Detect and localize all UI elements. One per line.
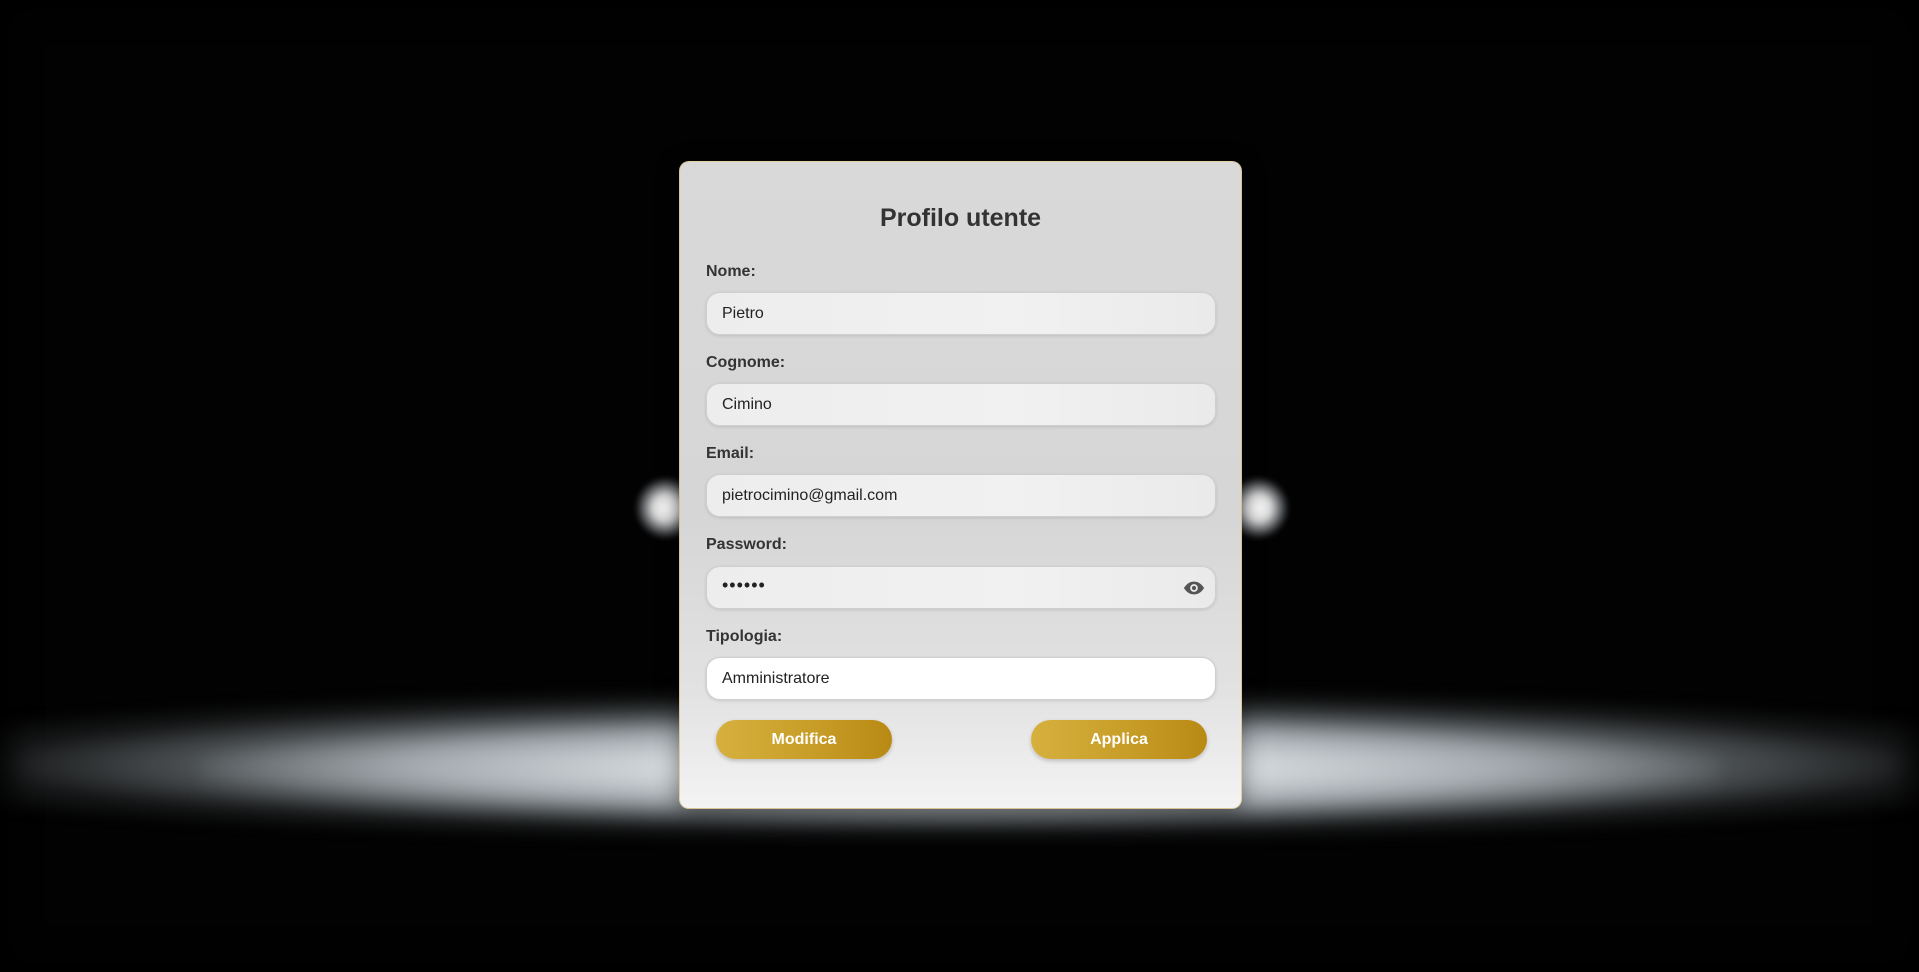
page-title: Profilo utente [879,204,1042,232]
password-input[interactable]: •••••• [706,566,1216,609]
cognome-input[interactable] [706,383,1216,426]
eye-icon[interactable] [1183,579,1205,597]
tipologia-label: Tipologia: [706,628,783,645]
nome-input[interactable] [706,292,1216,335]
email-label: Email: [706,445,755,462]
cognome-label: Cognome: [706,354,786,371]
tipologia-input[interactable] [706,657,1216,700]
password-value: •••••• [722,575,766,595]
modifica-button[interactable]: Modifica [716,720,892,759]
nome-label: Nome: [706,263,756,280]
password-label: Password: [706,536,787,553]
applica-button[interactable]: Applica [1031,720,1207,759]
email-input[interactable] [706,474,1216,517]
user-profile-card: Profilo utente Nome: Cognome: Email: Pas… [679,161,1242,809]
